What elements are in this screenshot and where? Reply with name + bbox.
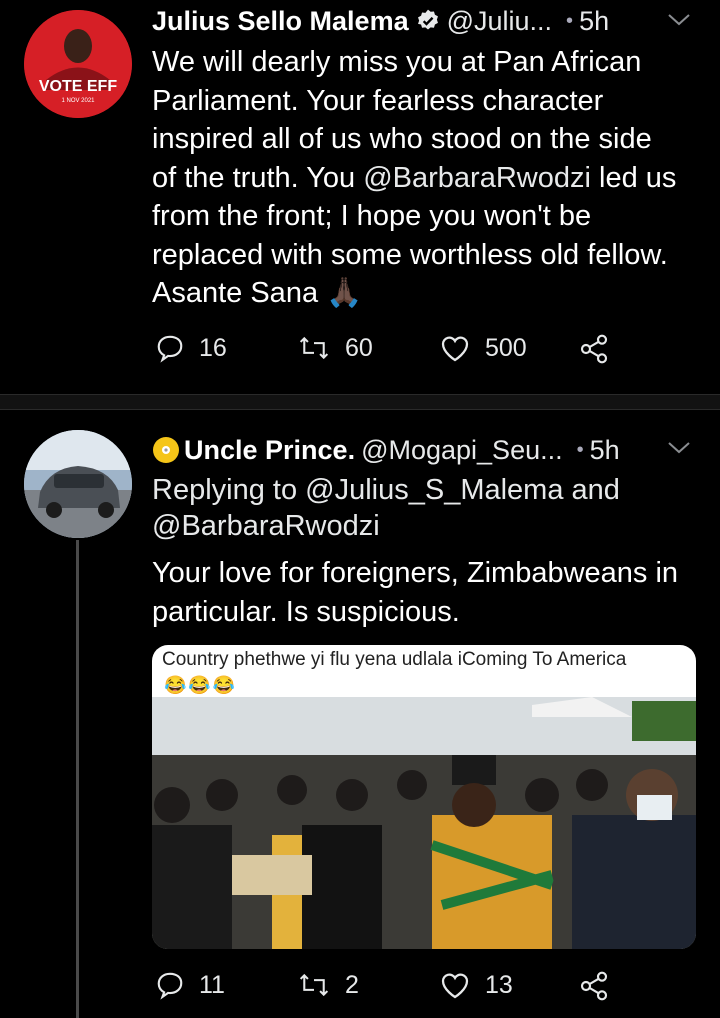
share-icon bbox=[580, 971, 608, 1001]
avatar-label: VOTE EFF bbox=[38, 78, 118, 95]
display-name[interactable]: Uncle Prince. bbox=[184, 433, 355, 467]
retweet-button[interactable]: 60 bbox=[297, 333, 373, 363]
cd-emoji-icon bbox=[152, 436, 180, 464]
verified-badge-icon bbox=[415, 8, 441, 34]
separator-dot: • bbox=[566, 10, 574, 32]
separator-dot: • bbox=[576, 439, 584, 461]
avatar[interactable] bbox=[24, 430, 132, 538]
reply-count: 16 bbox=[199, 333, 227, 362]
tweet-header: Uncle Prince. @Mogapi_Seu... • 5h bbox=[152, 433, 620, 467]
retweet-count: 2 bbox=[345, 970, 359, 999]
share-button[interactable] bbox=[578, 333, 610, 365]
action-bar: 16 60 500 bbox=[155, 333, 675, 373]
like-icon bbox=[441, 973, 469, 999]
reply-count: 11 bbox=[199, 970, 225, 999]
like-count: 13 bbox=[485, 970, 513, 999]
tweet-malema[interactable]: VOTE EFF 1 NOV 2021 Julius Sello Malema … bbox=[0, 0, 720, 395]
tweet-divider bbox=[0, 394, 720, 410]
reply-button[interactable]: 11 bbox=[155, 970, 225, 1000]
like-button[interactable]: 13 bbox=[439, 970, 513, 1000]
display-name[interactable]: Julius Sello Malema bbox=[152, 4, 409, 38]
timestamp[interactable]: 5h bbox=[590, 433, 620, 467]
mention-link[interactable]: @BarbaraRwodzi bbox=[363, 162, 591, 194]
retweet-count: 60 bbox=[345, 333, 373, 362]
tweet-text: We will dearly miss you at Pan African P… bbox=[152, 43, 712, 313]
chevron-down-icon[interactable] bbox=[666, 440, 692, 461]
like-button[interactable]: 500 bbox=[439, 333, 527, 363]
tweet-header: Julius Sello Malema @Juliu... • 5h bbox=[152, 4, 609, 38]
tweet-media-image[interactable]: Country phethwe yi flu yena udlala iComi… bbox=[152, 645, 696, 949]
timestamp[interactable]: 5h bbox=[579, 4, 609, 38]
like-icon bbox=[441, 336, 469, 362]
crowd-photo bbox=[152, 697, 696, 949]
thread-line bbox=[76, 540, 79, 1018]
handle[interactable]: @Juliu... bbox=[447, 4, 552, 38]
avatar[interactable]: VOTE EFF 1 NOV 2021 bbox=[24, 10, 132, 118]
retweet-icon bbox=[299, 336, 329, 360]
tweet-text: Your love for foreigners, Zimbabweans in… bbox=[152, 557, 679, 628]
retweet-icon bbox=[299, 973, 329, 997]
reply-icon bbox=[157, 972, 183, 1000]
reply-button[interactable]: 16 bbox=[155, 333, 227, 363]
reply-icon bbox=[157, 335, 183, 363]
share-button[interactable] bbox=[578, 970, 610, 1002]
avatar-sublabel: 1 NOV 2021 bbox=[61, 98, 95, 104]
like-count: 500 bbox=[485, 333, 527, 362]
share-icon bbox=[580, 334, 608, 364]
avatar-image bbox=[24, 430, 132, 538]
chevron-down-icon[interactable] bbox=[666, 12, 692, 33]
handle[interactable]: @Mogapi_Seu... bbox=[361, 433, 563, 467]
retweet-button[interactable]: 2 bbox=[297, 970, 359, 1000]
replying-to[interactable]: Replying to @Julius_S_Malema and @Barbar… bbox=[152, 472, 712, 544]
action-bar: 11 2 13 bbox=[155, 970, 675, 1010]
